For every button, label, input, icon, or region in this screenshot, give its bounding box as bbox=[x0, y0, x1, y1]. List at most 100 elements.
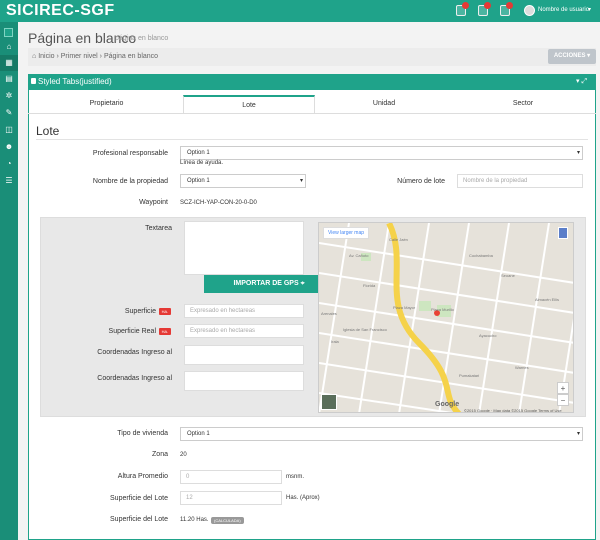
map-label: Cochabamba bbox=[469, 253, 493, 258]
vivienda-select-value: Option 1 bbox=[187, 431, 210, 437]
grid-icon[interactable]: ▦ bbox=[3, 58, 15, 68]
coordenadas-2-label: Coordenadas Ingreso al bbox=[97, 375, 172, 382]
sup-lote-unit: Has. (Aprox) bbox=[286, 495, 320, 501]
breadcrumb-item-inicio[interactable]: Inicio bbox=[38, 53, 54, 60]
superficie-input[interactable]: Expresado en hectareas bbox=[184, 304, 304, 318]
task-badge bbox=[506, 2, 513, 9]
map-label: Warnes bbox=[515, 365, 529, 370]
waypoint-label: Waypoint bbox=[139, 199, 168, 206]
map-label: Ayacucho bbox=[479, 333, 497, 338]
edit-icon[interactable]: ✎ bbox=[3, 108, 15, 118]
section-divider bbox=[36, 139, 588, 140]
sup-lote-input[interactable]: 12 bbox=[180, 491, 282, 505]
map-label: Calle Jaén bbox=[389, 237, 408, 242]
map-label: Iglesia de San Francisco bbox=[343, 327, 387, 332]
import-gps-label: IMPORTAR DE GPS bbox=[233, 280, 299, 287]
zoom-out-button[interactable]: − bbox=[557, 394, 569, 406]
map-marker-icon: ⌖ bbox=[300, 280, 305, 287]
calculada-badge: (CALCULADA) bbox=[211, 517, 244, 524]
street-view-icon[interactable] bbox=[558, 227, 568, 239]
tab-sector[interactable]: Sector bbox=[453, 95, 593, 113]
users-icon[interactable]: ☻ bbox=[3, 142, 15, 152]
brand-logo[interactable]: SICIREC-SGF bbox=[6, 2, 115, 20]
actions-label: ACCIONES bbox=[553, 53, 586, 59]
section-title: Lote bbox=[36, 124, 60, 138]
breadcrumb-trail: ⌂ Inicio › Primer nivel › Página en blan… bbox=[32, 53, 158, 60]
tab-unidad[interactable]: Unidad bbox=[315, 95, 453, 113]
chevron-down-icon[interactable]: ▾ bbox=[588, 6, 591, 13]
tab-lote[interactable]: Lote bbox=[183, 95, 315, 113]
zona-label: Zona bbox=[152, 451, 168, 458]
propiedad-select-value: Option 1 bbox=[187, 178, 210, 184]
layout-icon[interactable]: ▤ bbox=[3, 74, 15, 84]
lock-icon bbox=[31, 78, 36, 84]
map-label: Av. Cañoto bbox=[349, 253, 369, 258]
zona-value: 20 bbox=[180, 452, 187, 458]
map-attribution[interactable]: ©2015 Google · Map data ©2015 Google Ter… bbox=[464, 408, 562, 412]
superficie-label: Superficie bbox=[124, 308, 156, 315]
chevron-down-icon: ▾ bbox=[576, 431, 580, 437]
view-larger-map-link[interactable]: View larger map bbox=[323, 227, 370, 239]
tab-divider bbox=[28, 113, 596, 114]
home-icon[interactable]: ⌂ bbox=[3, 42, 15, 52]
cogs-icon[interactable]: ✲ bbox=[3, 91, 15, 101]
chevron-down-icon: ▾ bbox=[299, 178, 303, 184]
superficie-real-input[interactable]: Expresado en hectareas bbox=[184, 324, 304, 338]
altura-label: Altura Promedio bbox=[117, 473, 168, 480]
map-view[interactable]: View larger map Calle Jaén Av. Cañoto Pl… bbox=[318, 222, 574, 413]
panel-tools[interactable]: ▾ ⤢ bbox=[576, 77, 587, 86]
list-icon[interactable]: ☰ bbox=[3, 176, 15, 186]
google-logo: Google bbox=[435, 401, 460, 408]
page-subtitle: página en blanco bbox=[115, 35, 169, 42]
map-label: Arenales bbox=[321, 311, 337, 316]
textarea-input[interactable] bbox=[184, 221, 304, 275]
top-bar: SICIREC-SGF Nombre de usuario ▾ bbox=[0, 0, 600, 22]
chevron-down-icon: ▾ bbox=[576, 150, 580, 156]
pie-chart-icon[interactable]: ◔ bbox=[3, 159, 15, 169]
ha-badge: HA. bbox=[159, 308, 171, 315]
numero-lote-label: Número de lote bbox=[397, 178, 445, 185]
profesional-select-value: Option 1 bbox=[187, 150, 210, 156]
profesional-help: Línea de ayuda. bbox=[180, 160, 224, 166]
altura-input[interactable]: 0 bbox=[180, 470, 282, 484]
map-label: Pumakatari bbox=[459, 373, 480, 378]
breadcrumb-item-current: Página en blanco bbox=[103, 53, 159, 60]
tab-propietario[interactable]: Propietario bbox=[30, 95, 183, 113]
avatar[interactable] bbox=[524, 5, 535, 16]
map-label: Plaza Mayor bbox=[393, 305, 416, 310]
map-label: Seoane bbox=[501, 273, 515, 278]
actions-button[interactable]: ACCIONES ▾ bbox=[548, 49, 596, 64]
message-badge bbox=[484, 2, 491, 9]
profesional-select[interactable]: Option 1 ▾ bbox=[180, 146, 583, 160]
map-label: Plaza Murillo bbox=[431, 307, 454, 312]
superficie-real-label: Superficie Real bbox=[108, 328, 156, 335]
map-streets bbox=[319, 223, 573, 412]
satellite-toggle[interactable] bbox=[321, 394, 337, 410]
propiedad-select[interactable]: Option 1 ▾ bbox=[180, 174, 306, 188]
panel-header: Styled Tabs(justified) ▾ ⤢ bbox=[28, 74, 596, 90]
map-icon[interactable]: ◫ bbox=[3, 125, 15, 135]
menu-toggle-icon[interactable] bbox=[4, 28, 13, 37]
breadcrumb-item-primer-nivel[interactable]: Primer nivel bbox=[61, 53, 98, 60]
map-label: Florida bbox=[363, 283, 376, 288]
breadcrumb: ⌂ Inicio › Primer nivel › Página en blan… bbox=[28, 48, 596, 66]
profesional-label: Profesional responsable bbox=[92, 150, 168, 157]
vivienda-label: Tipo de vivienda bbox=[117, 430, 168, 437]
zoom-in-button[interactable]: + bbox=[557, 382, 569, 394]
sidebar: ⌂ ▦ ▤ ✲ ✎ ◫ ☻ ◔ ☰ bbox=[0, 22, 18, 540]
propiedad-label: Nombre de la propiedad bbox=[92, 178, 168, 185]
vivienda-select[interactable]: Option 1 ▾ bbox=[180, 427, 583, 441]
notification-badge bbox=[462, 2, 469, 9]
coordenadas-2-input[interactable] bbox=[184, 371, 304, 391]
panel-title: Styled Tabs(justified) bbox=[38, 77, 112, 86]
user-name[interactable]: Nombre de usuario bbox=[538, 7, 589, 13]
map-label: Irala bbox=[331, 339, 339, 344]
numero-lote-input[interactable]: Nombre de la propiedad bbox=[457, 174, 583, 188]
textarea-label: Textarea bbox=[145, 225, 172, 232]
coordenadas-1-input[interactable] bbox=[184, 345, 304, 365]
ha-badge: HA. bbox=[159, 328, 171, 335]
altura-unit: msnm. bbox=[286, 474, 304, 480]
import-gps-button[interactable]: IMPORTAR DE GPS ⌖ bbox=[204, 275, 334, 293]
sup-lote-calc-value: 11.20 Has. bbox=[180, 517, 209, 523]
sup-lote-calc-label: Superficie del Lote bbox=[110, 516, 168, 523]
